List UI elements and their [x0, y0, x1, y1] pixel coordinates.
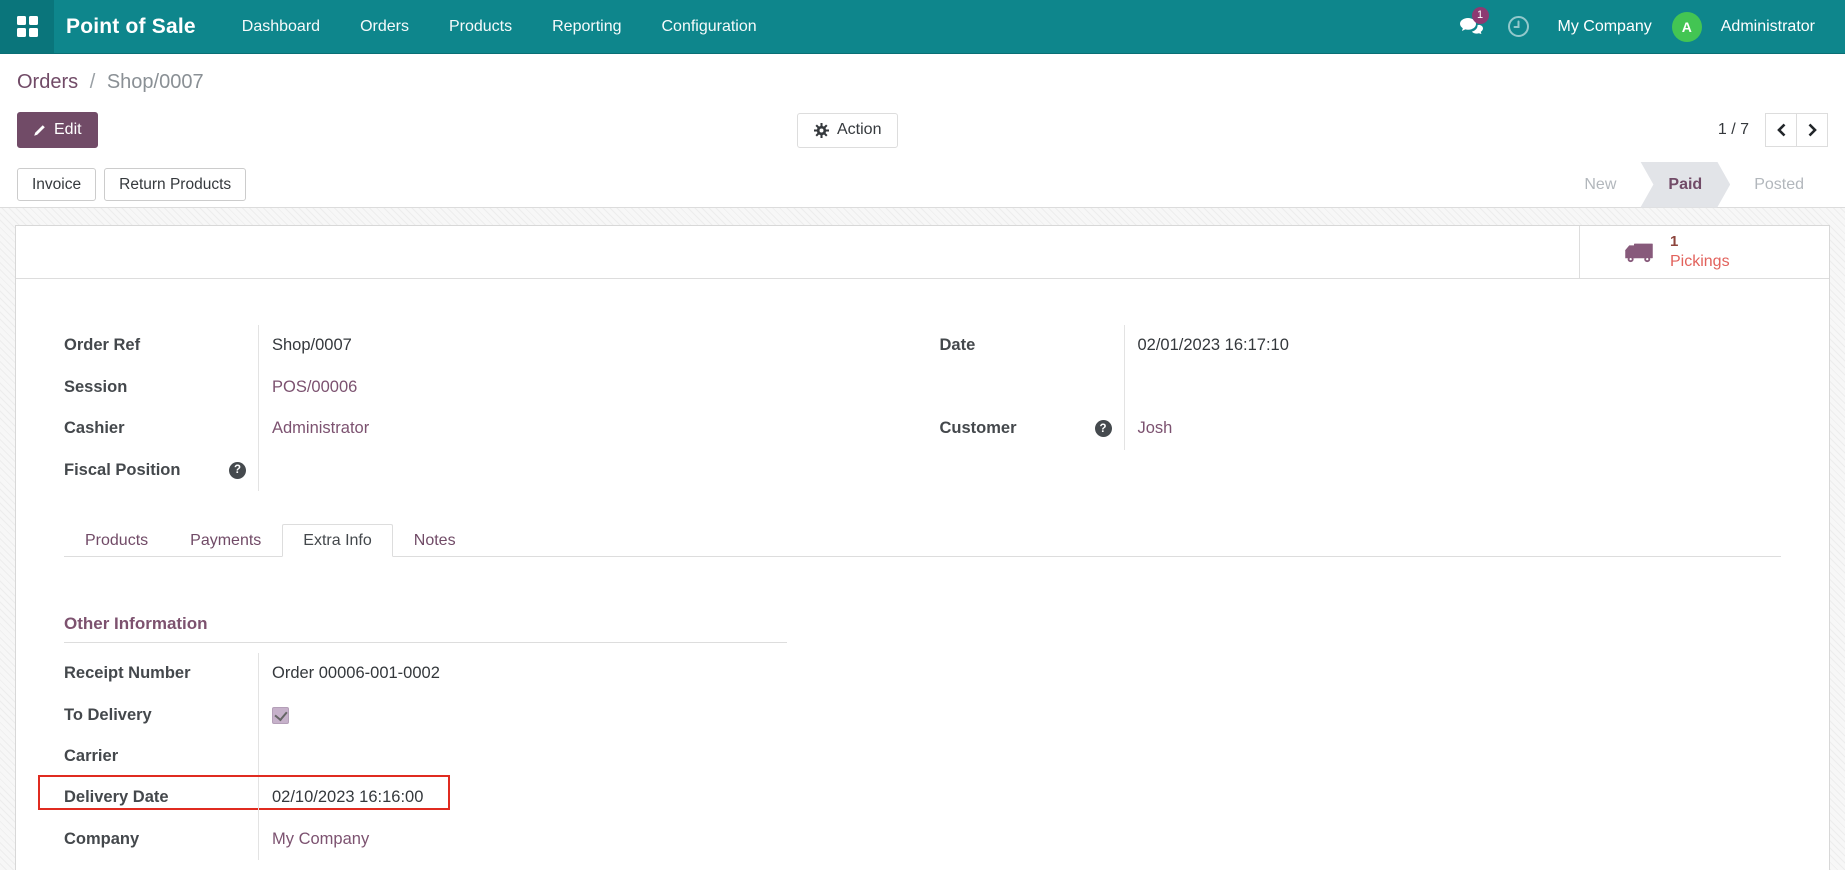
session-value: POS/00006: [258, 366, 787, 408]
pickings-label: Pickings: [1670, 253, 1730, 270]
action-menu-button[interactable]: Action: [797, 112, 899, 148]
order-ref-label: Order Ref: [64, 336, 141, 355]
truck-icon: [1624, 241, 1654, 263]
help-icon: ?: [1094, 420, 1112, 438]
pager-counter: 1 / 7: [1717, 121, 1749, 138]
date-label: Date: [939, 336, 976, 355]
field-group-right: Date 02/01/2023 16:17:10 Customer ? Josh: [923, 325, 1523, 491]
user-menu[interactable]: A Administrator: [1671, 11, 1825, 42]
to-delivery-checkbox[interactable]: [272, 706, 289, 724]
cashier-label: Cashier: [64, 419, 125, 438]
clock-icon: [1507, 15, 1530, 38]
status-step-posted[interactable]: Posted: [1730, 162, 1828, 208]
extra-info-group: Receipt Number Order 00006-001-0002 To D…: [38, 653, 787, 860]
activities-button[interactable]: [1500, 0, 1538, 54]
pager: 1 / 7: [1718, 113, 1828, 147]
user-avatar: A: [1671, 11, 1702, 42]
company-link[interactable]: My Company: [272, 830, 369, 849]
tab-extra-info[interactable]: Extra Info: [282, 524, 393, 557]
menu-reporting[interactable]: Reporting: [532, 0, 641, 53]
tab-notes[interactable]: Notes: [393, 524, 477, 557]
order-ref-value: Shop/0007: [258, 325, 787, 367]
chevron-right-icon: [1808, 123, 1817, 137]
extra-info-pane: Other Information Receipt Number Order 0…: [38, 614, 1781, 860]
stat-button-box: 1 Pickings: [16, 226, 1829, 279]
customer-label: Customer ?: [940, 408, 1124, 450]
cashier-link[interactable]: Administrator: [272, 419, 369, 438]
apps-menu-button[interactable]: [0, 0, 54, 53]
messages-badge: 1: [1471, 6, 1489, 24]
form-view-background: 1 Pickings Order Ref Shop/0007 Session P…: [0, 208, 1845, 870]
statusbar: New Paid Posted: [1560, 162, 1828, 208]
user-name: Administrator: [1720, 17, 1815, 35]
control-panel: Orders / Shop/0007 Edit Action 1 / 7 Inv…: [0, 54, 1845, 208]
app-title[interactable]: Point of Sale: [54, 0, 222, 53]
top-navbar: Point of Sale Dashboard Orders Products …: [0, 0, 1845, 54]
customer-value: Josh: [1123, 408, 1523, 450]
date-value: 02/01/2023 16:17:10: [1123, 325, 1523, 367]
menu-dashboard[interactable]: Dashboard: [222, 0, 340, 53]
delivery-date-value: 02/10/2023 16:16:00: [258, 777, 787, 819]
carrier-label: Carrier: [64, 746, 119, 765]
receipt-number-value: Order 00006-001-0002: [258, 653, 787, 695]
pencil-icon: [33, 124, 46, 137]
status-step-new[interactable]: New: [1560, 162, 1640, 208]
cashier-value: Administrator: [258, 408, 787, 450]
tab-payments[interactable]: Payments: [169, 524, 282, 557]
tab-products[interactable]: Products: [64, 524, 169, 557]
session-label: Session: [64, 377, 128, 396]
chevron-left-icon: [1776, 123, 1785, 137]
session-link[interactable]: POS/00006: [272, 378, 357, 397]
pager-next-button[interactable]: [1796, 113, 1828, 147]
spacer-row: [940, 367, 1124, 409]
form-sheet: 1 Pickings Order Ref Shop/0007 Session P…: [15, 225, 1830, 870]
menu-orders[interactable]: Orders: [340, 0, 429, 53]
fiscal-position-label: Fiscal Position ?: [64, 450, 258, 492]
messages-button[interactable]: 1: [1452, 0, 1490, 54]
company-switcher[interactable]: My Company: [1548, 18, 1662, 36]
breadcrumb-separator: /: [89, 71, 96, 93]
pickings-stat-button[interactable]: 1 Pickings: [1579, 226, 1829, 278]
menu-products[interactable]: Products: [429, 0, 532, 53]
fiscal-position-value: [258, 449, 787, 491]
other-information-heading: Other Information: [64, 614, 787, 643]
pager-previous-button[interactable]: [1765, 113, 1797, 147]
return-products-button[interactable]: Return Products: [104, 168, 247, 201]
apps-grid-icon: [16, 16, 38, 37]
main-menu: Dashboard Orders Products Reporting Conf…: [222, 0, 777, 53]
delivery-date-label: Delivery Date: [38, 775, 450, 818]
header-buttons-row: Invoice Return Products New Paid Posted: [0, 162, 1845, 208]
to-delivery-value: [258, 694, 787, 736]
form-fields-area: Order Ref Shop/0007 Session POS/00006 Ca…: [16, 325, 1829, 860]
menu-configuration[interactable]: Configuration: [641, 0, 776, 53]
tab-bar: Products Payments Extra Info Notes: [64, 524, 1781, 557]
receipt-number-label: Receipt Number: [64, 664, 191, 683]
carrier-value: [258, 735, 787, 778]
notebook: Products Payments Extra Info Notes Other…: [38, 524, 1781, 860]
systray: 1 My Company A Administrator: [1452, 0, 1845, 53]
to-delivery-label: To Delivery: [64, 705, 152, 724]
gear-icon: [814, 122, 829, 138]
company-value: My Company: [258, 818, 787, 860]
breadcrumb: Orders / Shop/0007: [17, 54, 1828, 96]
action-row: Edit Action 1 / 7: [17, 112, 1828, 148]
customer-link[interactable]: Josh: [1138, 419, 1173, 438]
pickings-count: 1: [1670, 233, 1679, 250]
edit-button[interactable]: Edit: [17, 112, 98, 148]
invoice-button[interactable]: Invoice: [17, 168, 97, 201]
breadcrumb-orders[interactable]: Orders: [17, 71, 78, 93]
breadcrumb-current: Shop/0007: [106, 71, 204, 93]
help-icon: ?: [229, 461, 246, 479]
company-label: Company: [64, 829, 140, 848]
status-step-paid[interactable]: Paid: [1640, 162, 1730, 208]
field-group-left: Order Ref Shop/0007 Session POS/00006 Ca…: [64, 325, 787, 491]
